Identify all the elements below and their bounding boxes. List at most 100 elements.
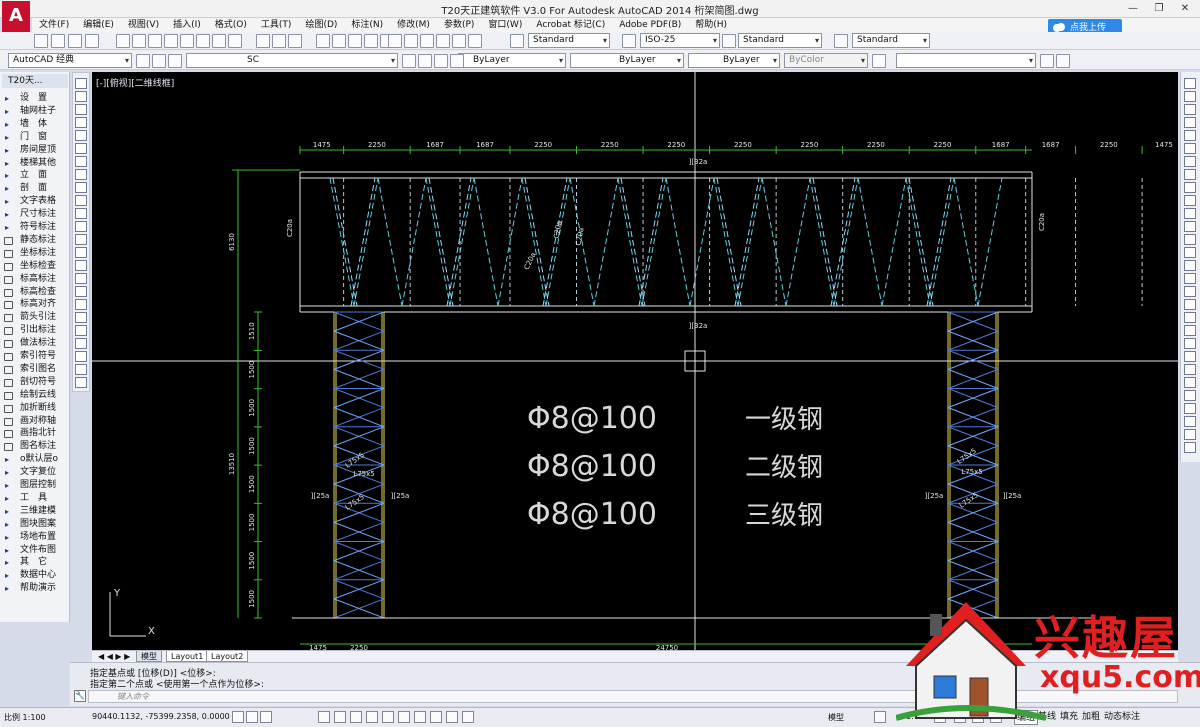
modify-tool-icon[interactable] bbox=[1184, 442, 1196, 453]
draw-tool-icon[interactable] bbox=[75, 169, 87, 180]
toolbar-tool-icon[interactable] bbox=[434, 54, 448, 68]
palette-title[interactable]: T20天... bbox=[2, 74, 68, 88]
modify-tool-icon[interactable] bbox=[1184, 325, 1196, 336]
toolbar-tool-icon[interactable] bbox=[272, 34, 286, 48]
draw-tool-icon[interactable] bbox=[75, 377, 87, 388]
palette-item[interactable]: ▸ 楼梯其他 bbox=[0, 157, 70, 170]
table-style-combo[interactable]: Standard bbox=[738, 33, 822, 48]
toolbar-tool-icon[interactable] bbox=[418, 54, 432, 68]
menu-item[interactable]: 窗口(W) bbox=[481, 18, 529, 32]
menu-item[interactable]: 格式(O) bbox=[208, 18, 254, 32]
lineweight-combo[interactable]: ByLayer bbox=[688, 53, 780, 68]
palette-item[interactable]: 坐标标注 bbox=[0, 247, 70, 260]
modify-tool-icon[interactable] bbox=[1184, 403, 1196, 414]
menu-item[interactable]: Adobe PDF(B) bbox=[612, 18, 688, 32]
palette-item[interactable]: 坐标检查 bbox=[0, 260, 70, 273]
viewport-label[interactable]: [-][俯视][二维线框] bbox=[96, 76, 174, 89]
palette-item[interactable]: ▸ 门 窗 bbox=[0, 131, 70, 144]
palette-item[interactable]: ▸ 文字表格 bbox=[0, 195, 70, 208]
toolbar-tool-icon[interactable] bbox=[450, 54, 464, 68]
palette-item[interactable]: ▸ 三维建模 bbox=[0, 505, 70, 518]
palette-item[interactable]: ▸ 房间屋顶 bbox=[0, 144, 70, 157]
palette-item[interactable]: ▸ 剖 面 bbox=[0, 182, 70, 195]
menu-item[interactable]: 视图(V) bbox=[121, 18, 166, 32]
palette-item[interactable]: ▸ 文件布图 bbox=[0, 544, 70, 557]
status-toggle-icon[interactable] bbox=[398, 711, 410, 723]
toolbar-tool-icon[interactable] bbox=[332, 34, 346, 48]
palette-item[interactable]: 做法标注 bbox=[0, 337, 70, 350]
modify-tool-icon[interactable] bbox=[1184, 234, 1196, 245]
toolbar-tool-icon[interactable] bbox=[468, 34, 482, 48]
quick-search-input[interactable] bbox=[896, 53, 1036, 68]
text-style-combo[interactable]: Standard bbox=[528, 33, 610, 48]
toolbar-tool-icon[interactable] bbox=[452, 34, 466, 48]
modify-tool-icon[interactable] bbox=[1184, 169, 1196, 180]
toolbar-tool-icon[interactable] bbox=[1056, 54, 1070, 68]
palette-item[interactable]: 引出标注 bbox=[0, 324, 70, 337]
draw-tool-icon[interactable] bbox=[75, 364, 87, 375]
toolbar-tool-icon[interactable] bbox=[420, 34, 434, 48]
modify-tool-icon[interactable] bbox=[1184, 377, 1196, 388]
toolbar-tool-icon[interactable] bbox=[132, 34, 146, 48]
modify-tool-icon[interactable] bbox=[1184, 416, 1196, 427]
toolbar-tool-icon[interactable] bbox=[256, 34, 270, 48]
modify-tool-icon[interactable] bbox=[1184, 247, 1196, 258]
draw-tool-icon[interactable] bbox=[75, 195, 87, 206]
modify-tool-icon[interactable] bbox=[1184, 286, 1196, 297]
toolbar-tool-icon[interactable] bbox=[834, 34, 848, 48]
modify-tool-icon[interactable] bbox=[1184, 104, 1196, 115]
draw-tool-icon[interactable] bbox=[75, 234, 87, 245]
status-toggle-icon[interactable] bbox=[382, 711, 394, 723]
draw-tool-icon[interactable] bbox=[75, 91, 87, 102]
status-toggle-icon[interactable] bbox=[874, 711, 886, 723]
modify-tool-icon[interactable] bbox=[1184, 156, 1196, 167]
modify-tool-icon[interactable] bbox=[1184, 208, 1196, 219]
toolbar-tool-icon[interactable] bbox=[402, 54, 416, 68]
toolbar-tool-icon[interactable] bbox=[1040, 54, 1054, 68]
draw-tool-icon[interactable] bbox=[75, 299, 87, 310]
modify-tool-icon[interactable] bbox=[1184, 312, 1196, 323]
plotstyle-combo[interactable]: ByColor bbox=[784, 53, 868, 68]
palette-item[interactable]: ▸ 帮助演示 bbox=[0, 582, 70, 595]
modify-tool-icon[interactable] bbox=[1184, 429, 1196, 440]
palette-item[interactable]: ▸ 图块图案 bbox=[0, 518, 70, 531]
modify-tool-icon[interactable] bbox=[1184, 338, 1196, 349]
toolbar-tool-icon[interactable] bbox=[364, 34, 378, 48]
toolbar-tool-icon[interactable] bbox=[68, 34, 82, 48]
menu-item[interactable]: 标注(N) bbox=[344, 18, 390, 32]
modify-tool-icon[interactable] bbox=[1184, 364, 1196, 375]
palette-item[interactable]: ▸ 墙 体 bbox=[0, 118, 70, 131]
draw-tool-icon[interactable] bbox=[75, 130, 87, 141]
toolbar-tool-icon[interactable] bbox=[872, 54, 886, 68]
tab-layout1[interactable]: Layout1 bbox=[166, 651, 209, 662]
modify-tool-icon[interactable] bbox=[1184, 117, 1196, 128]
draw-tool-icon[interactable] bbox=[75, 104, 87, 115]
palette-item[interactable]: ▸ 工 具 bbox=[0, 492, 70, 505]
toolbar-tool-icon[interactable] bbox=[164, 34, 178, 48]
draw-tool-icon[interactable] bbox=[75, 338, 87, 349]
toolbar-tool-icon[interactable] bbox=[722, 34, 736, 48]
status-toggle-icon[interactable] bbox=[414, 711, 426, 723]
modify-tool-icon[interactable] bbox=[1184, 143, 1196, 154]
palette-item[interactable]: 标高标注 bbox=[0, 273, 70, 286]
palette-item[interactable]: 索引图名 bbox=[0, 363, 70, 376]
multileader-style-combo[interactable]: Standard bbox=[852, 33, 930, 48]
toolbar-tool-icon[interactable] bbox=[116, 34, 130, 48]
maximize-icon[interactable]: ❐ bbox=[1146, 1, 1172, 16]
palette-item[interactable]: 剖切符号 bbox=[0, 376, 70, 389]
menu-item[interactable]: 插入(I) bbox=[166, 18, 208, 32]
scale-readout[interactable]: 比例 1:100 bbox=[4, 712, 46, 723]
linetype-combo[interactable]: ByLayer bbox=[570, 53, 684, 68]
toolbar-tool-icon[interactable] bbox=[622, 34, 636, 48]
toolbar-tool-icon[interactable] bbox=[196, 34, 210, 48]
minimize-icon[interactable]: — bbox=[1120, 1, 1146, 16]
status-toggle-icon[interactable] bbox=[318, 711, 330, 723]
palette-item[interactable]: ▸ o默认层o bbox=[0, 453, 70, 466]
modify-tool-icon[interactable] bbox=[1184, 182, 1196, 193]
toolbar-tool-icon[interactable] bbox=[168, 54, 182, 68]
draw-tool-icon[interactable] bbox=[75, 143, 87, 154]
palette-item[interactable]: 索引符号 bbox=[0, 350, 70, 363]
modify-tool-icon[interactable] bbox=[1184, 130, 1196, 141]
modify-tool-icon[interactable] bbox=[1184, 221, 1196, 232]
palette-item[interactable]: ▸ 文字复位 bbox=[0, 466, 70, 479]
